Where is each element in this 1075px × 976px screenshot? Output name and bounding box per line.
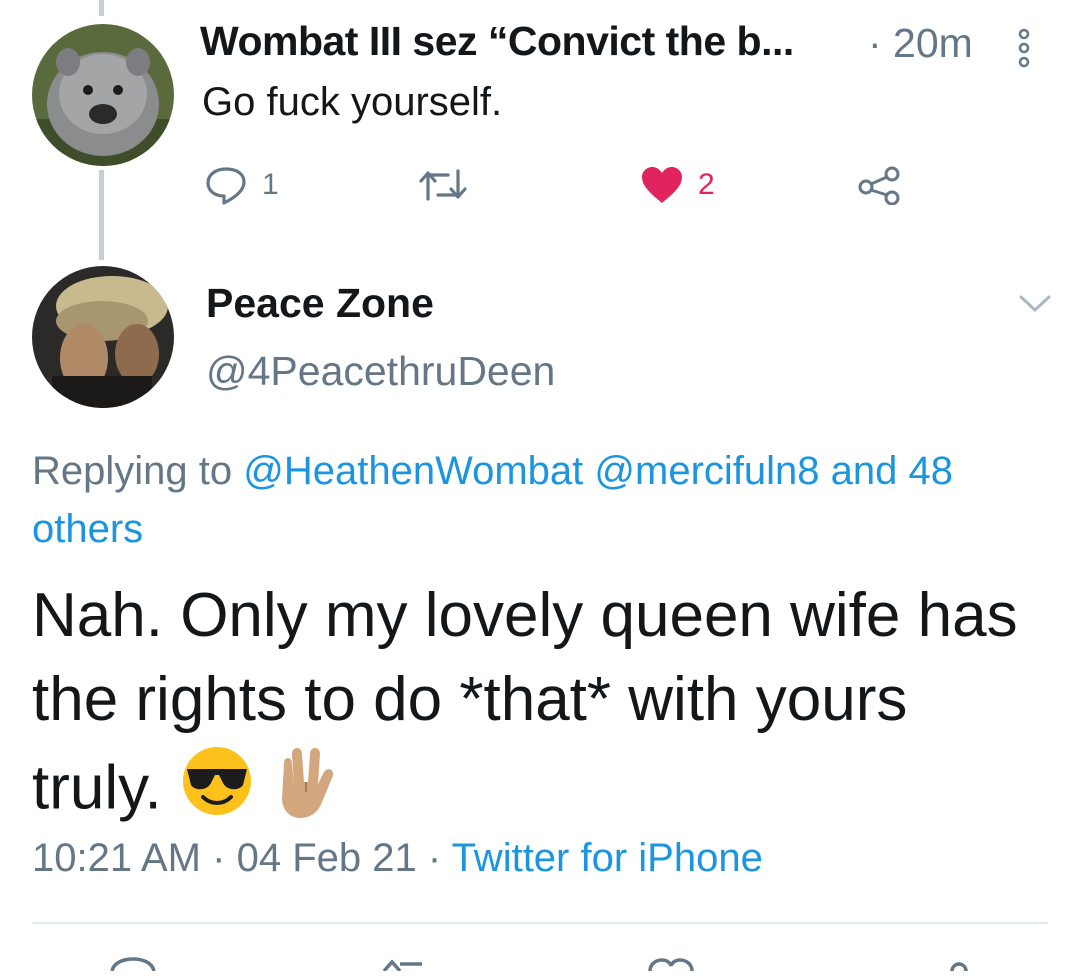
tweet-text-block: Nah. Only my lovely queen wife has the r… xyxy=(32,574,1052,842)
profile-photo-icon xyxy=(32,266,174,408)
wombat-avatar[interactable] xyxy=(32,24,174,166)
vulcan-salute-icon xyxy=(272,742,338,842)
bottom-share-icon[interactable] xyxy=(944,956,974,976)
mention-link[interactable]: @HeathenWombat xyxy=(243,449,583,493)
tweet-time: 10:21 AM xyxy=(32,836,202,880)
tweet-meta: 10:21 AM · 04 Feb 21 · Twitter for iPhon… xyxy=(32,836,763,881)
mention-link[interactable]: @mercifuln8 xyxy=(594,449,819,493)
reply-tweet-text: Go fuck yourself. xyxy=(202,80,503,124)
like-button[interactable]: 2 xyxy=(640,160,715,210)
author-name[interactable]: Peace Zone xyxy=(206,280,434,327)
bottom-retweet-icon[interactable] xyxy=(378,956,428,976)
reply-action-button[interactable]: 1 xyxy=(204,160,279,210)
divider xyxy=(32,922,1048,924)
reply-count: 1 xyxy=(262,168,279,201)
replying-prefix: Replying to xyxy=(32,449,233,493)
share-button[interactable] xyxy=(858,160,902,210)
reply-timestamp[interactable]: · 20m xyxy=(868,20,973,67)
smiling-face-with-sunglasses-icon xyxy=(179,743,255,841)
retweet-icon xyxy=(419,169,467,201)
meta-separator: · xyxy=(212,836,226,880)
like-count: 2 xyxy=(698,168,715,201)
bottom-like-icon[interactable] xyxy=(646,956,696,976)
thread-line-bottom xyxy=(99,170,104,260)
reply-author-name[interactable]: Wombat III sez “Convict the b... xyxy=(200,18,794,65)
bottom-reply-icon[interactable] xyxy=(108,956,158,976)
replying-to: Replying to @HeathenWombat @mercifuln8 a… xyxy=(32,442,1042,558)
heart-icon xyxy=(642,167,682,203)
more-options-icon[interactable] xyxy=(1014,28,1034,68)
meta-separator: · xyxy=(427,836,442,880)
tweet-date: 04 Feb 21 xyxy=(236,836,417,880)
replying-and[interactable]: and xyxy=(831,449,898,493)
tweet-source-link[interactable]: Twitter for iPhone xyxy=(452,836,763,880)
retweet-button[interactable] xyxy=(418,160,468,210)
share-icon xyxy=(858,166,900,205)
thread-line-top xyxy=(99,0,104,16)
chevron-down-icon[interactable] xyxy=(1018,292,1052,316)
author-handle[interactable]: @4PeacethruDeen xyxy=(206,348,555,395)
reply-icon xyxy=(206,167,246,205)
peace-zone-avatar[interactable] xyxy=(32,266,174,408)
wombat-photo-icon xyxy=(32,24,174,166)
